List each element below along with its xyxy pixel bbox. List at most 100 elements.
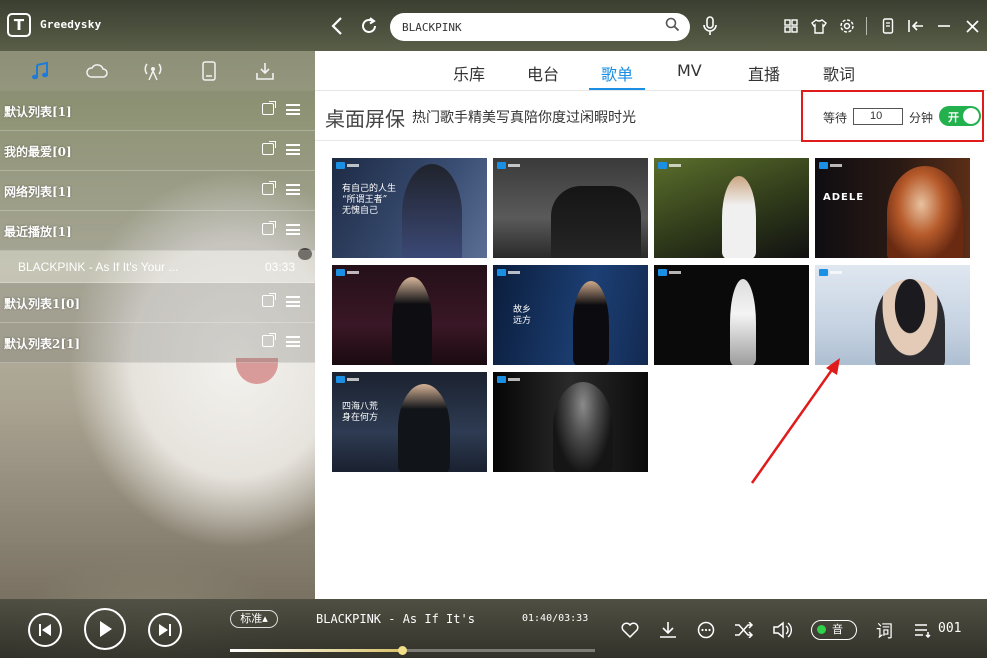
wallpaper-thumb[interactable]: ADELE <box>815 158 970 258</box>
device-icon[interactable] <box>197 59 221 83</box>
progress-handle[interactable] <box>397 646 407 655</box>
previous-track-button[interactable] <box>28 613 62 647</box>
search-input[interactable] <box>402 18 652 36</box>
app-name: Greedysky <box>40 18 102 31</box>
progress-fill <box>230 649 402 652</box>
playlist-row[interactable]: 默认列表[1] <box>0 91 315 131</box>
share-icon[interactable] <box>262 141 276 155</box>
minimize-icon[interactable] <box>933 15 955 37</box>
app-badge <box>819 269 842 276</box>
tab-radio[interactable]: 电台 <box>527 61 559 85</box>
wallpaper-thumb[interactable] <box>493 158 648 258</box>
menu-icon[interactable] <box>286 184 300 195</box>
app-badge <box>658 269 681 276</box>
song-duration: 03:33 <box>265 260 296 274</box>
tab-playlist[interactable]: 歌单 <box>601 61 633 85</box>
share-icon[interactable] <box>262 101 276 115</box>
app-badge <box>658 162 681 169</box>
tab-mv[interactable]: MV <box>677 61 702 80</box>
quality-selector[interactable]: 标准▴ <box>230 610 278 628</box>
refresh-icon[interactable] <box>358 15 380 37</box>
playlist-row[interactable]: 网络列表[1] <box>0 171 315 211</box>
playlist-row[interactable]: 默认列表2[1] <box>0 323 315 363</box>
next-track-button[interactable] <box>148 613 182 647</box>
cloud-icon[interactable] <box>85 59 109 83</box>
playlist-queue-icon[interactable] <box>912 619 934 641</box>
play-button[interactable] <box>84 608 126 650</box>
radio-icon[interactable] <box>141 59 165 83</box>
playlist-row[interactable]: 我的最爱[0] <box>0 131 315 171</box>
app-badge <box>336 269 359 276</box>
wallpaper-thumb[interactable] <box>332 265 487 365</box>
wallpaper-thumb[interactable]: 故乡 远方 <box>493 265 648 365</box>
skin-shirt-icon[interactable] <box>808 15 830 37</box>
progress-bar[interactable] <box>230 646 595 655</box>
page-title: 桌面屏保 <box>325 107 405 131</box>
shuffle-icon[interactable] <box>733 619 755 641</box>
active-tab-underline <box>589 88 645 90</box>
playlist-row[interactable]: 默认列表1[0] <box>0 283 315 323</box>
menu-icon[interactable] <box>286 224 300 235</box>
download-icon[interactable] <box>253 59 277 83</box>
highlight-box <box>801 90 984 142</box>
singer-figure <box>887 166 963 258</box>
menu-icon[interactable] <box>286 104 300 115</box>
sidebar-collapse-icon[interactable] <box>905 15 927 37</box>
singer-figure <box>392 277 432 365</box>
menu-icon[interactable] <box>286 144 300 155</box>
favorite-heart-icon[interactable] <box>619 619 641 641</box>
caret-up-icon: ▴ <box>262 612 268 625</box>
more-options-icon[interactable] <box>695 619 717 641</box>
tab-library[interactable]: 乐库 <box>453 61 485 85</box>
share-icon[interactable] <box>262 293 276 307</box>
playlist-name: 默认列表1[0] <box>4 297 81 311</box>
play-time: 01:40/03:33 <box>522 613 589 624</box>
search-icon[interactable] <box>665 17 680 36</box>
app-badge <box>497 269 520 276</box>
playlist-row[interactable]: 最近播放[1] <box>0 211 315 251</box>
desktop-lyrics-toggle[interactable]: 音 <box>811 620 857 640</box>
close-icon[interactable] <box>961 15 983 37</box>
app-badge <box>497 162 520 169</box>
wallpaper-thumb[interactable]: 四海八荒 身在何方 <box>332 372 487 472</box>
playlist-name: 默认列表2[1] <box>4 337 81 351</box>
tab-lyrics[interactable]: 歌词 <box>823 61 855 85</box>
singer-figure <box>553 382 613 472</box>
left-tab-bar <box>0 51 315 91</box>
lyrics-button[interactable]: 词 <box>876 617 893 642</box>
song-row[interactable]: BLACKPINK - As If It's Your ... 03:33 <box>0 251 315 283</box>
wallpaper-thumb[interactable] <box>493 372 648 472</box>
music-note-icon[interactable] <box>28 59 52 83</box>
back-icon[interactable] <box>326 15 348 37</box>
menu-icon[interactable] <box>286 296 300 307</box>
download-icon[interactable] <box>657 619 679 641</box>
left-panel: 默认列表[1] 我的最爱[0] 网络列表[1] 最近播放[1] BLACKPIN… <box>0 51 315 599</box>
song-title: BLACKPINK - As If It's Your ... <box>18 260 179 274</box>
volume-icon[interactable] <box>771 619 793 641</box>
tab-live[interactable]: 直播 <box>748 61 780 85</box>
next-icon <box>159 624 171 636</box>
singer-figure <box>573 281 609 365</box>
microphone-icon[interactable] <box>699 15 721 37</box>
share-icon[interactable] <box>262 221 276 235</box>
menu-icon[interactable] <box>286 336 300 347</box>
wallpaper-thumb[interactable] <box>654 158 809 258</box>
settings-gear-icon[interactable] <box>836 15 858 37</box>
category-tabs: 乐库 电台 歌单 MV 直播 歌词 <box>315 51 987 91</box>
app-badge <box>497 376 520 383</box>
search-box[interactable] <box>390 13 690 41</box>
wallpaper-thumb[interactable]: 有自己的人生 “所谓王者” 无愧自己 <box>332 158 487 258</box>
playlist-name: 最近播放[1] <box>4 225 72 239</box>
app-badge <box>336 376 359 383</box>
mini-mode-icon[interactable] <box>877 15 899 37</box>
status-dot <box>817 625 826 634</box>
thumb-caption: ADELE <box>823 192 865 203</box>
quality-label: 标准 <box>240 612 263 625</box>
share-icon[interactable] <box>262 181 276 195</box>
share-icon[interactable] <box>262 333 276 347</box>
thumb-caption: 四海八荒 身在何方 <box>342 402 379 423</box>
band-figure <box>551 186 641 258</box>
playlist-name: 默认列表[1] <box>4 105 72 119</box>
apps-grid-icon[interactable] <box>780 15 802 37</box>
app-badge <box>336 162 359 169</box>
